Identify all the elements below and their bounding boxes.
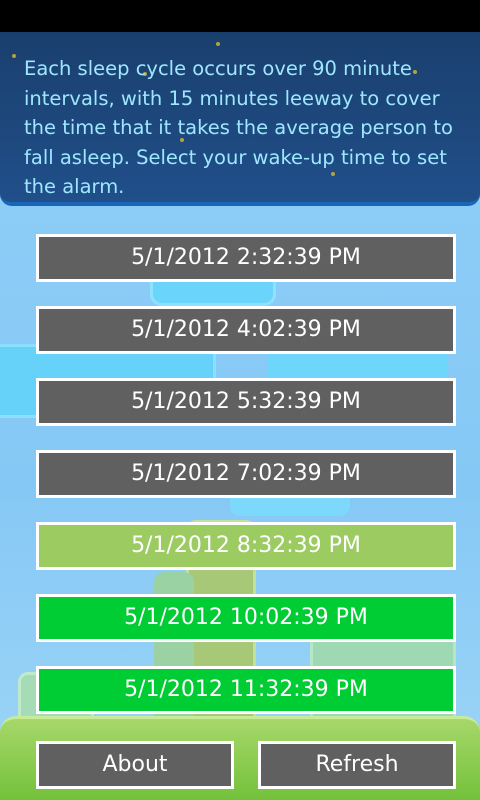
refresh-button[interactable]: Refresh (258, 741, 456, 789)
wake-time-button[interactable]: 5/1/2012 4:02:39 PM (36, 306, 456, 354)
status-bar (0, 0, 480, 32)
info-panel: Each sleep cycle occurs over 90 minute i… (0, 32, 480, 206)
sleep-cycle-description: Each sleep cycle occurs over 90 minute i… (24, 57, 453, 198)
star-icon (216, 42, 220, 46)
about-button[interactable]: About (36, 741, 234, 789)
wake-time-button[interactable]: 5/1/2012 2:32:39 PM (36, 234, 456, 282)
wake-time-button[interactable]: 5/1/2012 11:32:39 PM (36, 666, 456, 714)
star-icon (12, 54, 16, 58)
footer-bar: About Refresh (0, 716, 480, 800)
wake-time-list: 5/1/2012 2:32:39 PM 5/1/2012 4:02:39 PM … (36, 234, 456, 738)
wake-time-button[interactable]: 5/1/2012 5:32:39 PM (36, 378, 456, 426)
wake-time-button[interactable]: 5/1/2012 8:32:39 PM (36, 522, 456, 570)
wake-time-button[interactable]: 5/1/2012 10:02:39 PM (36, 594, 456, 642)
wake-time-button[interactable]: 5/1/2012 7:02:39 PM (36, 450, 456, 498)
